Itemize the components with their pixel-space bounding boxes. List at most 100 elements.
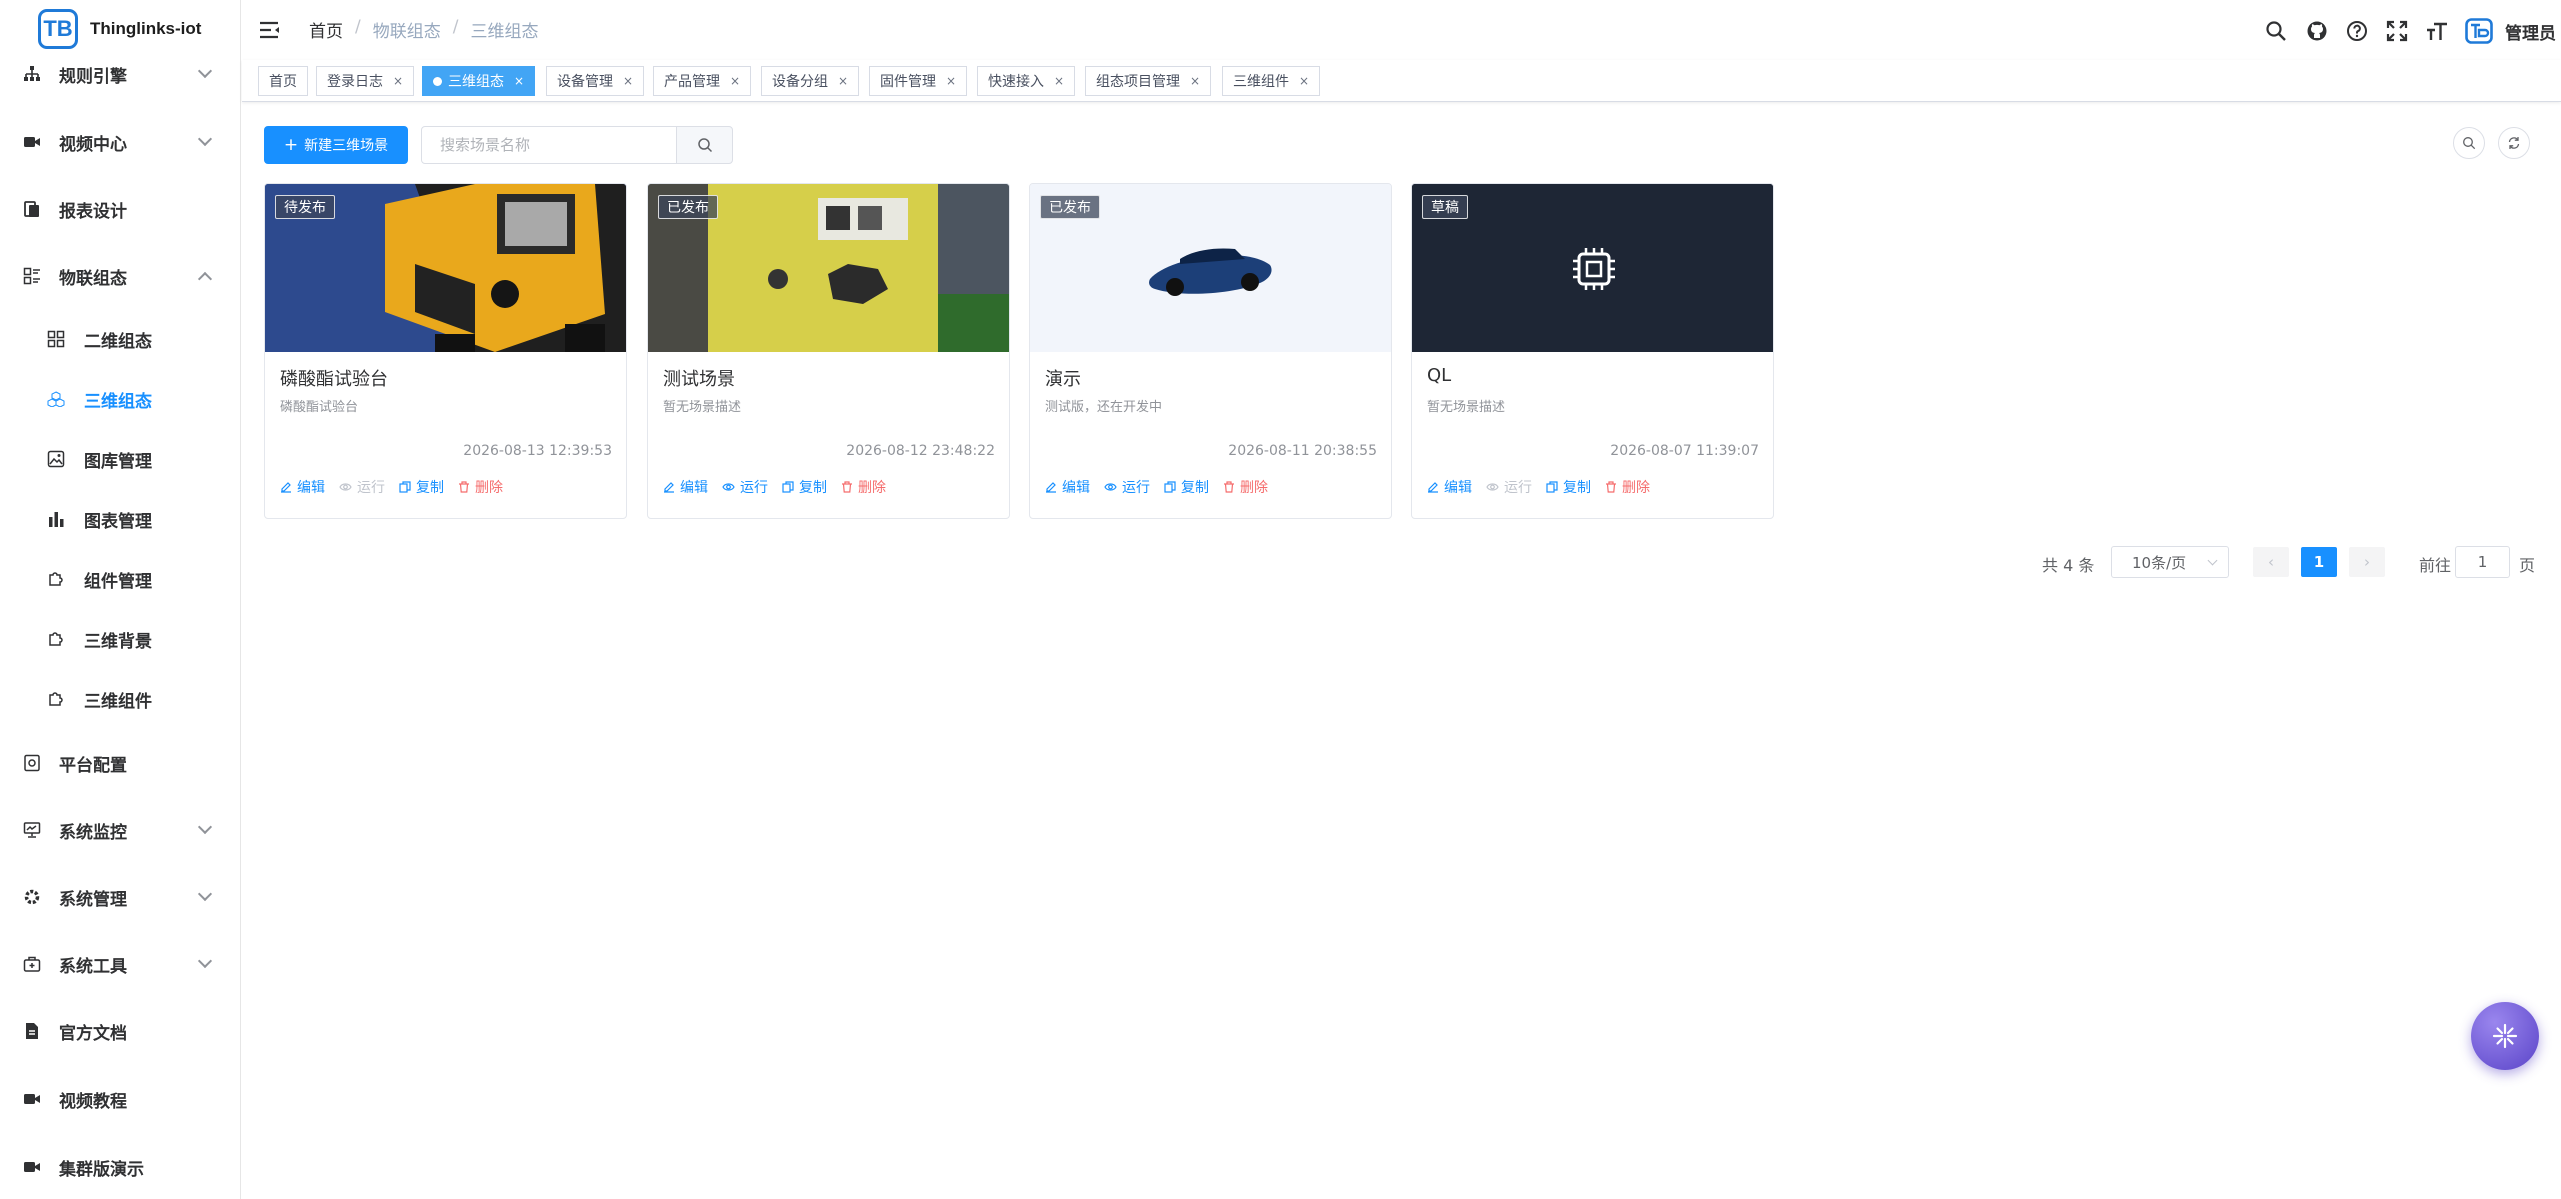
sidebar-item-official-docs[interactable]: 官方文档 bbox=[0, 1001, 240, 1061]
scene-search-input[interactable] bbox=[421, 126, 677, 164]
prev-page-button[interactable]: ‹ bbox=[2253, 547, 2289, 577]
delete-label: 删除 bbox=[1240, 480, 1268, 496]
tag-home[interactable]: 首页 bbox=[258, 66, 308, 96]
copy-button[interactable]: 复制 bbox=[1546, 477, 1591, 497]
scene-card[interactable]: 草稿 QL 暂无场景描述 2026-08-07 11:39:07 编辑 运行 复… bbox=[1411, 183, 1774, 519]
delete-button[interactable]: 删除 bbox=[458, 477, 503, 497]
close-icon[interactable]: × bbox=[1190, 74, 1200, 88]
sidebar-subitem-gallery[interactable]: 图库管理 bbox=[0, 429, 240, 489]
page-number-current[interactable]: 1 bbox=[2301, 547, 2337, 577]
hamburger-icon[interactable] bbox=[258, 20, 280, 40]
delete-button[interactable]: 删除 bbox=[1605, 477, 1650, 497]
scene-card[interactable]: 已发布 演示 测试版，还在开发中 2026-08-11 20:38:55 编辑 … bbox=[1029, 183, 1392, 519]
tag-config-project-mgmt[interactable]: 组态项目管理 × bbox=[1085, 66, 1212, 96]
refresh-button[interactable] bbox=[2498, 127, 2530, 159]
close-icon[interactable]: × bbox=[730, 74, 740, 88]
scene-thumbnail[interactable]: 待发布 bbox=[265, 184, 626, 352]
fullscreen-icon[interactable] bbox=[2385, 19, 2409, 43]
run-button[interactable]: 运行 bbox=[339, 477, 385, 497]
trash-icon bbox=[1606, 481, 1616, 493]
sidebar-subitem-component-mgmt[interactable]: 组件管理 bbox=[0, 549, 240, 609]
sidebar-item-label: 规则引擎 bbox=[59, 66, 127, 87]
scene-thumbnail[interactable]: 已发布 bbox=[1030, 184, 1391, 352]
sidebar-subitem-3d-component[interactable]: 三维组件 bbox=[0, 669, 240, 729]
logo[interactable]: TB Thinglinks-iot bbox=[0, 0, 240, 58]
sidebar-subitem-3d-background[interactable]: 三维背景 bbox=[0, 609, 240, 669]
font-size-icon[interactable] bbox=[2425, 19, 2449, 43]
tag-quick-access[interactable]: 快速接入 × bbox=[977, 66, 1076, 96]
breadcrumb-home[interactable]: 首页 bbox=[309, 17, 343, 42]
tag-device-group[interactable]: 设备分组 × bbox=[761, 66, 860, 96]
sidebar-item-report-design[interactable]: 报表设计 bbox=[0, 179, 240, 239]
run-button[interactable]: 运行 bbox=[1104, 477, 1150, 497]
eye-icon bbox=[1486, 483, 1499, 491]
tag-label: 登录日志 bbox=[327, 74, 383, 90]
page-size-select[interactable]: 10条/页 bbox=[2111, 546, 2229, 578]
sidebar-item-iot-config[interactable]: 物联组态 bbox=[0, 246, 240, 306]
tag-3d-component[interactable]: 三维组件 × bbox=[1222, 66, 1321, 96]
scene-thumbnail[interactable]: 已发布 bbox=[648, 184, 1009, 352]
floating-assistant-button[interactable] bbox=[2471, 1002, 2539, 1070]
edit-button[interactable]: 编辑 bbox=[663, 477, 708, 497]
new-3d-scene-button[interactable]: + 新建三维场景 bbox=[264, 126, 408, 164]
tag-3d-config[interactable]: 三维组态 × bbox=[422, 66, 536, 96]
tag-product-mgmt[interactable]: 产品管理 × bbox=[653, 66, 752, 96]
search-button[interactable] bbox=[676, 126, 733, 164]
close-icon[interactable]: × bbox=[1054, 74, 1064, 88]
scene-card[interactable]: 已发布 测试场景 暂无场景描述 2026-08-12 23:48:22 编辑 运… bbox=[647, 183, 1010, 519]
bar-chart-icon bbox=[46, 509, 66, 529]
copy-button[interactable]: 复制 bbox=[782, 477, 827, 497]
search-icon[interactable] bbox=[2264, 19, 2288, 43]
copy-button[interactable]: 复制 bbox=[399, 477, 444, 497]
scene-thumbnail[interactable]: 草稿 bbox=[1412, 184, 1773, 352]
close-icon[interactable]: × bbox=[514, 74, 524, 88]
sidebar-item-system-monitor[interactable]: 系统监控 bbox=[0, 800, 240, 860]
edit-button[interactable]: 编辑 bbox=[1427, 477, 1472, 497]
close-icon[interactable]: × bbox=[838, 74, 848, 88]
avatar[interactable] bbox=[2464, 18, 2494, 44]
toggle-search-button[interactable] bbox=[2453, 127, 2485, 159]
sidebar-item-system-mgmt[interactable]: 系统管理 bbox=[0, 867, 240, 927]
close-icon[interactable]: × bbox=[393, 74, 403, 88]
sidebar-item-video-tutorial[interactable]: 视频教程 bbox=[0, 1069, 240, 1129]
monitor-icon bbox=[22, 820, 42, 840]
active-dot-icon bbox=[433, 76, 442, 86]
scene-card[interactable]: 待发布 磷酸酯试验台 磷酸酯试验台 2026-08-13 12:39:53 编辑… bbox=[264, 183, 627, 519]
tag-device-mgmt[interactable]: 设备管理 × bbox=[546, 66, 645, 96]
chevron-down-icon bbox=[197, 953, 213, 969]
sidebar-subitem-2d-config[interactable]: 二维组态 bbox=[0, 309, 240, 369]
edit-button[interactable]: 编辑 bbox=[280, 477, 325, 497]
github-icon[interactable] bbox=[2305, 19, 2329, 43]
copy-icon bbox=[399, 481, 411, 493]
video-icon bbox=[22, 1157, 42, 1177]
sidebar-subitem-3d-config[interactable]: 三维组态 bbox=[0, 369, 240, 429]
edit-button[interactable]: 编辑 bbox=[1045, 477, 1090, 497]
sidebar-item-system-tools[interactable]: 系统工具 bbox=[0, 934, 240, 994]
run-button[interactable]: 运行 bbox=[722, 477, 768, 497]
tags-view-bar: 首页 登录日志 × 三维组态 × 设备管理 × 产品管理 × 设备分组 × 固件… bbox=[242, 60, 2561, 102]
close-icon[interactable]: × bbox=[946, 74, 956, 88]
delete-button[interactable]: 删除 bbox=[1223, 477, 1268, 497]
goto-page-input[interactable] bbox=[2455, 546, 2510, 578]
close-icon[interactable]: × bbox=[623, 74, 633, 88]
logo-letters: TB bbox=[43, 16, 73, 41]
close-icon[interactable]: × bbox=[1299, 74, 1309, 88]
sidebar-item-cluster-demo[interactable]: 集群版演示 bbox=[0, 1137, 240, 1197]
sidebar-item-video-center[interactable]: 视频中心 bbox=[0, 112, 240, 172]
sidebar-item-platform-config[interactable]: 平台配置 bbox=[0, 733, 240, 793]
breadcrumb-separator: / bbox=[355, 17, 361, 37]
eye-icon bbox=[722, 483, 735, 491]
sidebar-item-label: 平台配置 bbox=[59, 755, 127, 776]
run-button[interactable]: 运行 bbox=[1486, 477, 1532, 497]
edit-icon bbox=[1046, 482, 1056, 493]
video-icon bbox=[22, 132, 42, 152]
sidebar-subitem-chart-mgmt[interactable]: 图表管理 bbox=[0, 489, 240, 549]
tag-firmware-mgmt[interactable]: 固件管理 × bbox=[869, 66, 968, 96]
tag-login-log[interactable]: 登录日志 × bbox=[316, 66, 415, 96]
user-name[interactable]: 管理员 bbox=[2505, 19, 2556, 44]
help-icon[interactable] bbox=[2345, 19, 2369, 43]
delete-button[interactable]: 删除 bbox=[841, 477, 886, 497]
next-page-button[interactable]: › bbox=[2349, 547, 2385, 577]
copy-button[interactable]: 复制 bbox=[1164, 477, 1209, 497]
copy-label: 复制 bbox=[1181, 480, 1209, 496]
